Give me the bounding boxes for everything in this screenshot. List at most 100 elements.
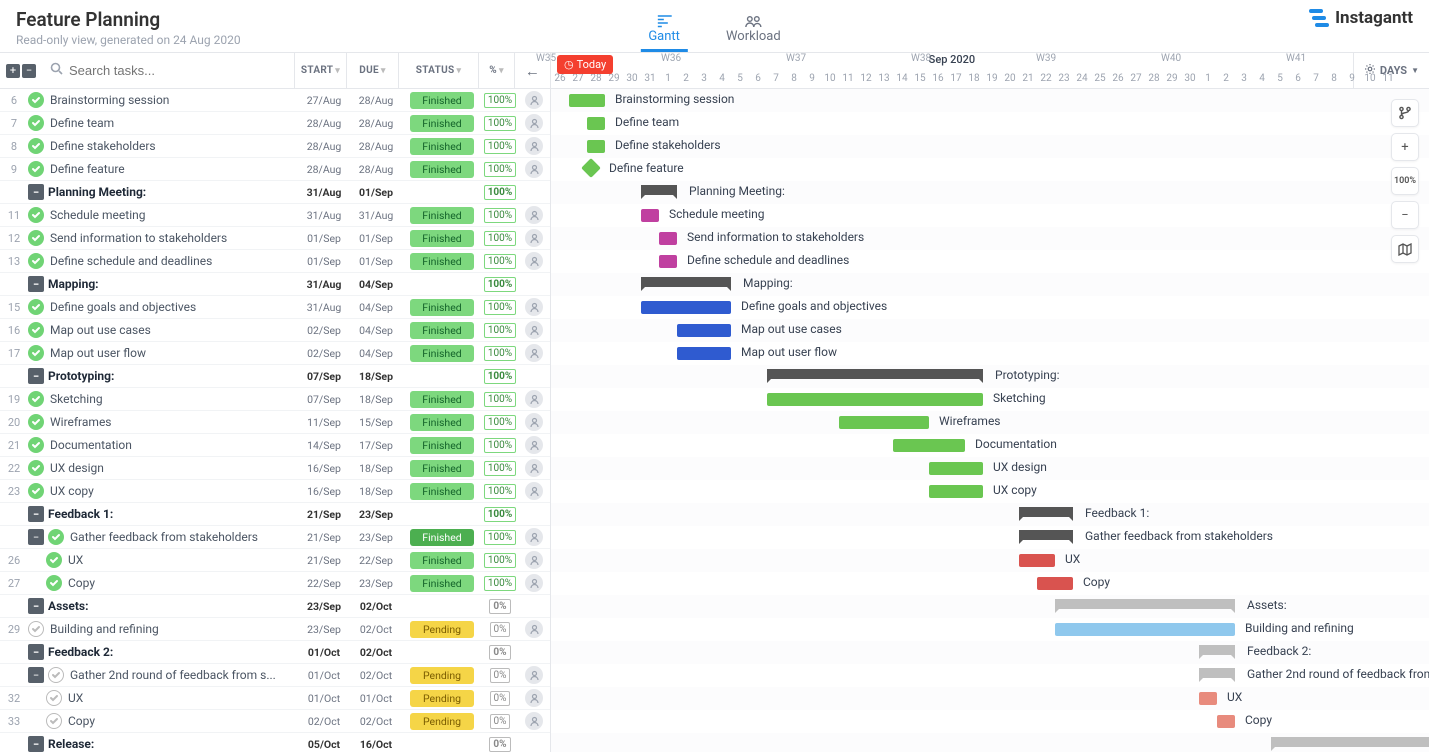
task-row[interactable]: 32UX01/Oct01/OctPending0% [0, 687, 550, 710]
task-bar[interactable] [929, 462, 983, 475]
task-row[interactable]: 12Send information to stakeholders01/Sep… [0, 227, 550, 250]
assignee-cell[interactable] [518, 206, 550, 224]
task-bar[interactable] [1037, 577, 1073, 590]
complete-toggle[interactable] [28, 92, 44, 108]
complete-toggle[interactable] [28, 414, 44, 430]
task-bar[interactable] [587, 117, 605, 130]
task-row[interactable]: 13Define schedule and deadlines01/Sep01/… [0, 250, 550, 273]
task-row[interactable]: 7Define team28/Aug28/AugFinished100% [0, 112, 550, 135]
section-bar[interactable] [641, 185, 677, 195]
zoom-in-button[interactable]: + [1391, 133, 1419, 161]
task-bar[interactable] [893, 439, 965, 452]
section-bar[interactable] [1019, 507, 1073, 517]
complete-toggle[interactable] [28, 345, 44, 361]
assignee-cell[interactable] [518, 91, 550, 109]
assignee-cell[interactable] [518, 528, 550, 546]
complete-toggle[interactable] [28, 115, 44, 131]
complete-toggle[interactable] [46, 552, 62, 568]
assignee-cell[interactable] [518, 436, 550, 454]
section-row[interactable]: −Feedback 2:01/Oct02/Oct0% [0, 641, 550, 664]
collapse-toggle[interactable]: − [28, 598, 44, 614]
assignee-cell[interactable] [518, 712, 550, 730]
section-bar[interactable] [1055, 599, 1235, 609]
task-row[interactable]: −Gather feedback from stakeholders21/Sep… [0, 526, 550, 549]
collapse-toggle[interactable]: − [28, 368, 44, 384]
milestone-marker[interactable] [581, 158, 601, 178]
assignee-cell[interactable] [518, 229, 550, 247]
complete-toggle[interactable] [28, 253, 44, 269]
task-row[interactable]: 21Documentation14/Sep17/SepFinished100% [0, 434, 550, 457]
col-header-status[interactable]: STATUS▾ [398, 53, 478, 88]
collapse-toggle[interactable]: − [28, 506, 44, 522]
task-row[interactable]: 27Copy22/Sep23/SepFinished100% [0, 572, 550, 595]
complete-toggle[interactable] [46, 690, 62, 706]
task-row[interactable]: 19Sketching07/Sep18/SepFinished100% [0, 388, 550, 411]
assignee-cell[interactable] [518, 482, 550, 500]
task-bar[interactable] [1199, 692, 1217, 705]
section-row[interactable]: −Release:05/Oct16/Oct0% [0, 733, 550, 752]
col-header-due[interactable]: DUE▾ [346, 53, 398, 88]
collapse-toggle[interactable]: − [28, 644, 44, 660]
collapse-toggle[interactable]: − [28, 276, 44, 292]
task-bar[interactable] [641, 209, 659, 222]
task-row[interactable]: 23UX copy16/Sep18/SepFinished100% [0, 480, 550, 503]
collapse-toggle[interactable]: − [28, 736, 44, 752]
task-row[interactable]: −Gather 2nd round of feedback from s...0… [0, 664, 550, 687]
complete-toggle[interactable] [48, 529, 64, 545]
complete-toggle[interactable] [28, 207, 44, 223]
assignee-cell[interactable] [518, 574, 550, 592]
minimap-button[interactable] [1391, 235, 1419, 263]
collapse-toggle[interactable]: − [28, 667, 44, 683]
col-header-start[interactable]: START▾ [294, 53, 346, 88]
assignee-cell[interactable] [518, 620, 550, 638]
assignee-cell[interactable] [518, 137, 550, 155]
assignee-cell[interactable] [518, 413, 550, 431]
task-bar[interactable] [659, 255, 677, 268]
task-bar[interactable] [929, 485, 983, 498]
branch-button[interactable] [1391, 99, 1419, 127]
task-bar[interactable] [1055, 623, 1235, 636]
complete-toggle[interactable] [46, 575, 62, 591]
complete-toggle[interactable] [28, 460, 44, 476]
assignee-cell[interactable] [518, 160, 550, 178]
task-row[interactable]: 8Define stakeholders28/Aug28/AugFinished… [0, 135, 550, 158]
task-bar[interactable] [659, 232, 677, 245]
complete-toggle[interactable] [28, 483, 44, 499]
search-input[interactable] [69, 63, 286, 78]
section-bar[interactable] [1199, 668, 1235, 678]
task-list[interactable]: 6Brainstorming session27/Aug28/AugFinish… [0, 89, 551, 752]
task-bar[interactable] [767, 393, 983, 406]
task-row[interactable]: 11Schedule meeting31/Aug31/AugFinished10… [0, 204, 550, 227]
task-row[interactable]: 20Wireframes11/Sep15/SepFinished100% [0, 411, 550, 434]
task-bar[interactable] [1019, 554, 1055, 567]
task-row[interactable]: 17Map out user flow02/Sep04/SepFinished1… [0, 342, 550, 365]
section-bar[interactable] [767, 369, 983, 379]
section-row[interactable]: −Feedback 1:21/Sep23/Sep100% [0, 503, 550, 526]
task-bar[interactable] [839, 416, 929, 429]
brand-logo[interactable]: Instagantt [1309, 8, 1413, 28]
section-row[interactable]: −Mapping:31/Aug04/Sep100% [0, 273, 550, 296]
complete-toggle[interactable] [28, 322, 44, 338]
gantt-chart[interactable]: Brainstorming sessionDefine teamDefine s… [551, 89, 1429, 752]
zoom-reset-button[interactable]: 100% [1391, 167, 1419, 195]
task-row[interactable]: 29Building and refining23/Sep02/OctPendi… [0, 618, 550, 641]
task-row[interactable]: 6Brainstorming session27/Aug28/AugFinish… [0, 89, 550, 112]
task-row[interactable]: 15Define goals and objectives31/Aug04/Se… [0, 296, 550, 319]
task-bar[interactable] [677, 347, 731, 360]
assignee-cell[interactable] [518, 252, 550, 270]
timeline-header[interactable]: ◷Today Sep 2020 W35W36W37W38W39W40W41 26… [551, 53, 1353, 88]
complete-toggle[interactable] [28, 621, 44, 637]
tab-gantt[interactable]: Gantt [640, 9, 688, 52]
assignee-cell[interactable] [518, 114, 550, 132]
collapse-all-button[interactable]: − [22, 64, 36, 78]
complete-toggle[interactable] [28, 437, 44, 453]
assignee-cell[interactable] [518, 689, 550, 707]
complete-toggle[interactable] [28, 161, 44, 177]
complete-toggle[interactable] [48, 667, 64, 683]
section-bar[interactable] [1271, 737, 1429, 747]
assignee-cell[interactable] [518, 321, 550, 339]
section-bar[interactable] [1199, 645, 1235, 655]
assignee-cell[interactable] [518, 459, 550, 477]
task-row[interactable]: 26UX21/Sep22/SepFinished100% [0, 549, 550, 572]
assignee-cell[interactable] [518, 298, 550, 316]
